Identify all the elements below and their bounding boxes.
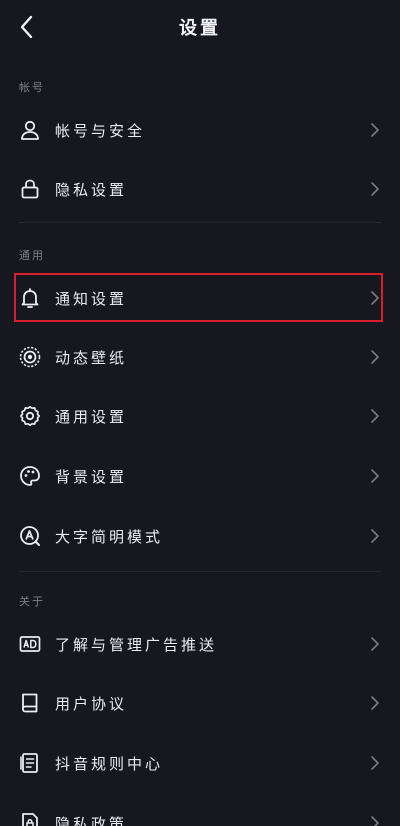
chevron-right-icon bbox=[371, 291, 379, 305]
chevron-right-icon bbox=[371, 637, 379, 651]
row-label: 背景设置 bbox=[55, 468, 128, 486]
privacy-document-icon bbox=[22, 813, 38, 826]
row-label: 隐私设置 bbox=[55, 181, 128, 199]
row-account-security[interactable]: 帐号与安全 bbox=[0, 103, 400, 157]
bell-icon bbox=[21, 288, 39, 308]
section-label-about: 关于 bbox=[19, 595, 45, 608]
chevron-right-icon bbox=[371, 696, 379, 710]
row-label: 用户协议 bbox=[55, 695, 128, 713]
row-label: 通知设置 bbox=[55, 290, 128, 308]
row-label: 大字简明模式 bbox=[55, 528, 164, 546]
row-general-settings[interactable]: 通用设置 bbox=[0, 389, 400, 443]
chevron-right-icon bbox=[371, 816, 379, 826]
settings-screen: 设置 帐号 帐号与安全 隐私设置 通用 通知设置 动态壁纸 通用设置 背景设置 … bbox=[0, 0, 400, 826]
row-privacy-policy[interactable]: 隐私政策 bbox=[0, 796, 400, 826]
rules-document-icon bbox=[20, 753, 38, 773]
row-label: 抖音规则中心 bbox=[55, 755, 164, 773]
chevron-right-icon bbox=[371, 529, 379, 543]
large-text-icon bbox=[20, 526, 40, 546]
row-label: 动态壁纸 bbox=[55, 349, 128, 367]
section-divider bbox=[19, 222, 381, 223]
ad-icon bbox=[19, 636, 41, 652]
header-bar: 设置 bbox=[0, 0, 400, 56]
row-live-wallpaper[interactable]: 动态壁纸 bbox=[0, 330, 400, 384]
row-notification-settings[interactable]: 通知设置 bbox=[0, 271, 400, 325]
gear-icon bbox=[19, 405, 41, 427]
row-user-agreement[interactable]: 用户协议 bbox=[0, 676, 400, 730]
row-privacy-settings[interactable]: 隐私设置 bbox=[0, 162, 400, 216]
chevron-right-icon bbox=[371, 469, 379, 483]
page-title: 设置 bbox=[179, 18, 221, 39]
section-divider bbox=[19, 571, 381, 572]
chevron-right-icon bbox=[371, 123, 379, 137]
row-ad-management[interactable]: 了解与管理广告推送 bbox=[0, 617, 400, 671]
section-label-general: 通用 bbox=[19, 249, 45, 262]
row-background-settings[interactable]: 背景设置 bbox=[0, 449, 400, 503]
lock-icon bbox=[21, 179, 39, 199]
chevron-right-icon bbox=[371, 350, 379, 364]
row-label: 了解与管理广告推送 bbox=[55, 636, 218, 654]
wallpaper-icon bbox=[19, 346, 41, 368]
chevron-right-icon bbox=[371, 182, 379, 196]
section-label-account: 帐号 bbox=[19, 81, 45, 94]
chevron-right-icon bbox=[371, 409, 379, 423]
row-label: 帐号与安全 bbox=[55, 122, 146, 140]
chevron-right-icon bbox=[371, 756, 379, 770]
book-icon bbox=[22, 693, 38, 713]
row-community-rules[interactable]: 抖音规则中心 bbox=[0, 736, 400, 790]
person-icon bbox=[21, 120, 39, 140]
palette-icon bbox=[20, 466, 40, 486]
row-large-text-mode[interactable]: 大字简明模式 bbox=[0, 509, 400, 563]
row-label: 隐私政策 bbox=[55, 815, 128, 826]
row-label: 通用设置 bbox=[55, 408, 128, 426]
